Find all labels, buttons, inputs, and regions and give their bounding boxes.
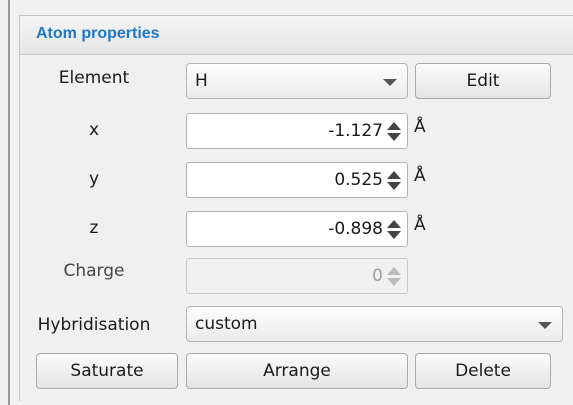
x-unit: Å — [414, 117, 426, 137]
spin-arrows-icon — [387, 267, 401, 287]
charge-label: Charge — [63, 261, 125, 281]
spin-arrows-icon[interactable] — [387, 171, 401, 191]
chevron-down-icon — [538, 322, 552, 329]
hybridisation-label: Hybridisation — [37, 315, 151, 335]
saturate-button[interactable]: Saturate — [36, 353, 178, 389]
element-label: Element — [58, 68, 130, 88]
x-label: x — [88, 120, 100, 140]
edit-button[interactable]: Edit — [415, 63, 551, 99]
element-value: H — [195, 71, 208, 91]
y-spinbox[interactable]: 0.525 — [186, 162, 408, 198]
chevron-down-icon — [383, 79, 397, 86]
z-value: -0.898 — [328, 219, 383, 239]
y-unit: Å — [414, 166, 426, 186]
z-spinbox[interactable]: -0.898 — [186, 211, 408, 247]
z-unit: Å — [414, 215, 426, 235]
window-edge — [8, 0, 10, 405]
x-spinbox[interactable]: -1.127 — [186, 113, 408, 149]
y-label: y — [88, 169, 100, 189]
x-value: -1.127 — [328, 121, 383, 141]
spin-arrows-icon[interactable] — [387, 220, 401, 240]
charge-value: 0 — [372, 266, 383, 286]
hybridisation-combobox[interactable]: custom — [186, 306, 563, 342]
z-label: z — [89, 218, 99, 238]
spin-arrows-icon[interactable] — [387, 122, 401, 142]
arrange-button[interactable]: Arrange — [186, 353, 408, 389]
charge-spinbox: 0 — [186, 258, 408, 294]
panel-header: Atom properties — [20, 16, 573, 55]
element-combobox[interactable]: H — [186, 63, 408, 99]
y-value: 0.525 — [334, 170, 383, 190]
hybridisation-value: custom — [195, 314, 258, 334]
delete-button[interactable]: Delete — [415, 353, 551, 389]
panel-title: Atom properties — [36, 25, 160, 42]
